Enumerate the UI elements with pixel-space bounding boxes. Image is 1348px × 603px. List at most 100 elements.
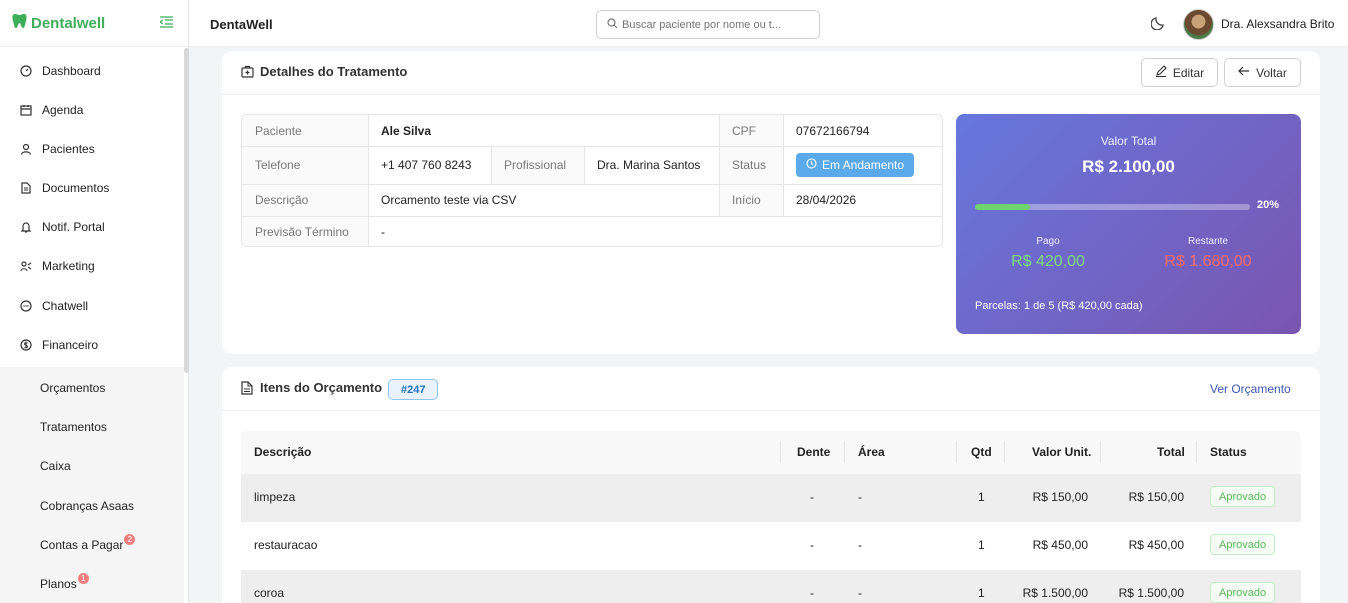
table-row[interactable]: restauracao - - 1 R$ 450,00 R$ 450,00 Ap… [241,522,1301,570]
column-header-dente: Dente [797,445,831,459]
medical-kit-icon [241,65,255,79]
field-label-profissional: Profissional [491,146,584,184]
status-badge-label: Em Andamento [822,158,905,172]
sidebar-item-label: Chatwell [42,299,89,313]
total-label: Valor Total [1100,134,1157,148]
submenu-item-label: Contas a Pagar [40,538,124,552]
sidebar-item-notif-portal[interactable]: Notif. Portal [0,210,184,244]
submenu-item-label: Planos [40,577,77,591]
sidebar: Dentalwell Dashboard Agenda Pacientes Do… [0,0,189,603]
bell-icon [20,221,32,233]
sidebar-item-label: Marketing [42,259,95,273]
submenu-item-label: Tratamentos [40,420,107,434]
avatar[interactable] [1183,9,1214,40]
cell-total: R$ 450,00 [1128,538,1184,552]
field-label-paciente: Paciente [242,115,368,146]
sidebar-item-label: Agenda [42,103,84,117]
calendar-icon [20,104,32,116]
field-label-telefone: Telefone [242,146,368,184]
card-header: Itens do Orçamento #247 Ver Orçamento [222,367,1320,411]
paid-label: Pago [1036,236,1060,247]
status-badge: Aprovado [1210,582,1276,603]
sidebar-item-chatwell[interactable]: Chatwell [0,289,184,323]
submenu-item-orcamentos[interactable]: Orçamentos [40,381,105,395]
divider [844,441,845,463]
search-input[interactable] [622,18,812,31]
sidebar-item-marketing[interactable]: Marketing [0,249,184,283]
divider [780,441,781,463]
cell-valor-unit: R$ 1.500,00 [1022,586,1088,600]
budget-items-card: Itens do Orçamento #247 Ver Orçamento De… [222,367,1320,603]
search-box[interactable] [596,10,820,39]
table-row[interactable]: coroa - - 1 R$ 1.500,00 R$ 1.500,00 Apro… [241,570,1301,603]
field-value-inicio: 28/04/2026 [796,193,857,207]
user-name[interactable]: Dra. Alexsandra Brito [1221,17,1334,31]
collapse-menu-icon[interactable] [158,15,173,31]
column-header-descricao: Descrição [254,445,312,459]
financeiro-submenu: Orçamentos Tratamentos Caixa Cobranças A… [0,367,184,603]
topbar: DentaWell Dra. Alexsandra Brito [189,0,1348,47]
payment-progress-bar [975,204,1250,210]
card-title: Detalhes do Tratamento [260,64,408,79]
view-budget-link[interactable]: Ver Orçamento [1210,382,1291,396]
submenu-item-cobrancas-asaas[interactable]: Cobranças Asaas [40,499,134,513]
paid-column: Pago R$ 420,00 [968,236,1128,271]
remaining-value: R$ 1.680,00 [1164,253,1252,270]
remaining-column: Restante R$ 1.680,00 [1128,236,1288,271]
dashboard-icon [20,65,32,77]
status-badge: Aprovado [1210,534,1276,555]
submenu-item-caixa[interactable]: Caixa [40,459,71,473]
submenu-item-contas-a-pagar[interactable]: Contas a Pagar 2 [40,534,136,552]
divider [1004,441,1005,463]
sidebar-item-label: Documentos [42,181,110,195]
payment-progress-fill [975,204,1030,210]
column-header-total: Total [1157,445,1185,459]
divider [1100,441,1101,463]
document-icon [241,381,255,395]
divider [956,441,957,463]
notification-badge: 1 [77,573,89,584]
submenu-item-label: Cobranças Asaas [40,499,135,513]
status-badge: Em Andamento [796,153,915,177]
field-label-inicio: Início [719,184,783,216]
submenu-item-planos[interactable]: Planos 1 [40,573,89,591]
dollar-icon [20,339,32,351]
remaining-label: Restante [1187,236,1229,247]
sidebar-item-pacientes[interactable]: Pacientes [0,132,184,166]
edit-button[interactable]: Editar [1141,58,1218,87]
submenu-item-tratamentos[interactable]: Tratamentos [40,420,107,434]
cell-area: - [858,490,862,504]
sidebar-item-dashboard[interactable]: Dashboard [0,54,184,88]
sidebar-item-label: Pacientes [42,142,95,156]
paid-value: R$ 420,00 [1011,253,1085,270]
cell-dente: - [810,586,814,600]
submenu-item-label: Orçamentos [40,381,106,395]
divider [719,115,720,216]
divider [368,115,369,246]
sidebar-item-label: Notif. Portal [42,220,105,234]
brand[interactable]: Dentalwell [0,0,188,47]
pencil-icon [1155,65,1173,80]
sidebar-scrollbar[interactable] [184,48,189,373]
cell-descricao: limpeza [254,490,296,504]
sidebar-item-financeiro[interactable]: Financeiro [0,328,184,362]
cell-descricao: coroa [254,586,285,600]
sidebar-item-documentos[interactable]: Documentos [0,171,184,205]
moon-icon[interactable] [1150,15,1167,31]
column-header-status: Status [1210,445,1247,459]
table-row[interactable]: limpeza - - 1 R$ 150,00 R$ 150,00 Aprova… [241,474,1301,522]
cell-valor-unit: R$ 450,00 [1032,538,1088,552]
marketing-icon [20,260,32,272]
cell-total: R$ 1.500,00 [1118,586,1184,600]
field-value-paciente: Ale Silva [381,123,432,138]
divider [242,184,942,185]
sidebar-item-label: Financeiro [42,338,99,352]
page-title: DentaWell [210,17,273,32]
column-header-valor-unit: Valor Unit. [1032,445,1092,459]
arrow-left-icon [1238,65,1256,80]
cell-area: - [858,538,862,552]
back-button[interactable]: Voltar [1224,58,1301,87]
total-value: R$ 2.100,00 [1082,157,1175,176]
sidebar-item-agenda[interactable]: Agenda [0,93,184,127]
treatment-details-card: Detalhes do Tratamento Editar Voltar Pac… [222,51,1320,354]
